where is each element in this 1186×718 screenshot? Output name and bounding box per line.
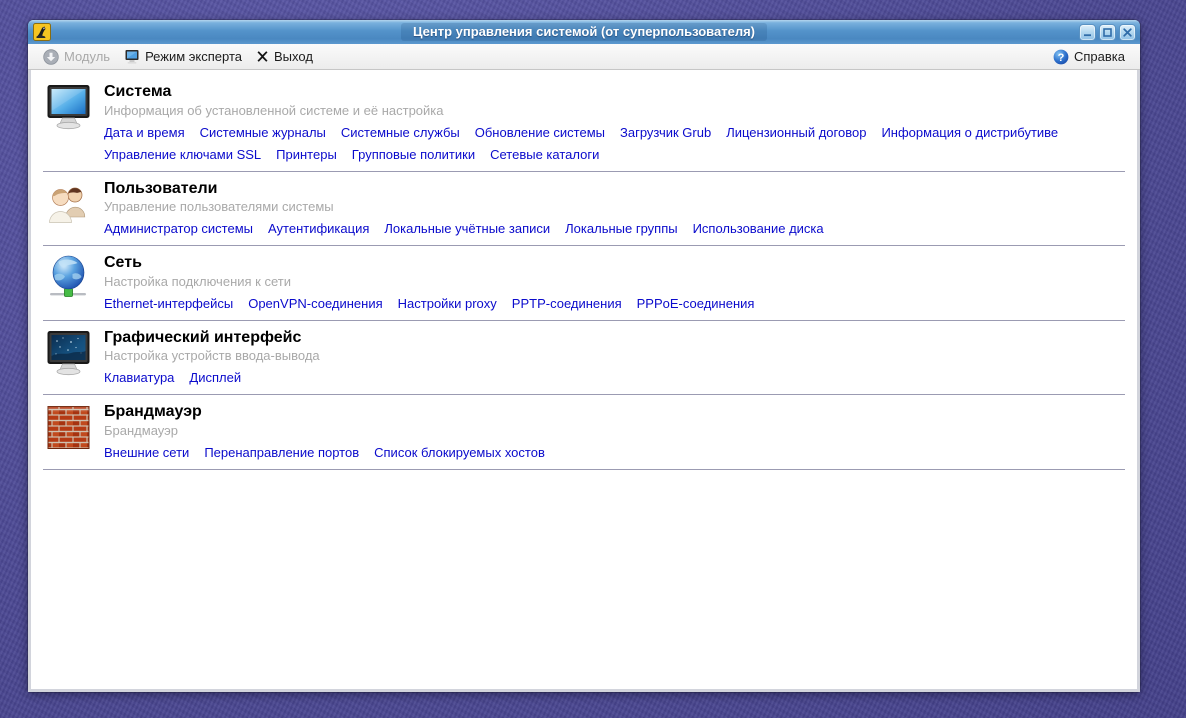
module-link[interactable]: Системные службы: [341, 125, 460, 140]
module-link[interactable]: Сетевые каталоги: [490, 147, 599, 162]
module-link[interactable]: Информация о дистрибутиве: [881, 125, 1058, 140]
minimize-button[interactable]: [1079, 23, 1096, 41]
section-subtitle: Брандмауэр: [104, 422, 178, 438]
module-button[interactable]: Модуль: [36, 47, 117, 67]
desktop: { "window": { "title": "Центр управления…: [0, 0, 1186, 718]
toolbar: Модуль Режим эксперта Выход ? Справка: [28, 44, 1140, 70]
module-link[interactable]: Принтеры: [276, 147, 337, 162]
module-link[interactable]: Ethernet-интерфейсы: [104, 296, 233, 311]
svg-text:?: ?: [1058, 52, 1065, 64]
module-link[interactable]: Лицензионный договор: [726, 125, 866, 140]
exit-x-icon: [256, 50, 269, 63]
section-title: Пользователи: [104, 179, 218, 197]
section-body: Пользователи Управление пользователями с…: [104, 180, 1123, 237]
section-body: Графический интерфейс Настройка устройст…: [104, 329, 1123, 386]
display-icon: [45, 330, 92, 377]
module-button-label: Модуль: [64, 49, 111, 64]
section-subtitle: Настройка подключения к сети: [104, 273, 291, 289]
module-link[interactable]: Администратор системы: [104, 221, 253, 236]
section-subtitle: Настройка устройств ввода-вывода: [104, 348, 320, 364]
module-link[interactable]: Клавиатура: [104, 370, 174, 385]
window-controls: [1079, 23, 1136, 41]
module-link[interactable]: Аутентификация: [268, 221, 369, 236]
module-link[interactable]: Системные журналы: [200, 125, 326, 140]
module-link[interactable]: Внешние сети: [104, 445, 189, 460]
section: Система Информация об установленной сист…: [43, 75, 1125, 172]
module-list: Система Информация об установленной сист…: [28, 70, 1140, 692]
section-subtitle: Управление пользователями системы: [104, 199, 334, 215]
section-subtitle: Информация об установленной системе и её…: [104, 102, 444, 118]
section: Пользователи Управление пользователями с…: [43, 172, 1125, 247]
exit-button[interactable]: Выход: [249, 47, 320, 66]
users-icon: [45, 181, 92, 228]
titlebar[interactable]: Центр управления системой (от суперпольз…: [28, 20, 1140, 44]
section-links: Дата и время Системные журналы Системные с…: [104, 125, 1123, 162]
app-window-icon[interactable]: [33, 23, 51, 41]
section-title: Брандмауэр: [104, 403, 202, 421]
module-link[interactable]: Дисплей: [189, 370, 241, 385]
module-link[interactable]: Дата и время: [104, 125, 185, 140]
expert-mode-label: Режим эксперта: [145, 49, 242, 64]
expert-mode-button[interactable]: Режим эксперта: [117, 47, 249, 67]
module-link[interactable]: Локальные учётные записи: [384, 221, 550, 236]
maximize-button[interactable]: [1099, 23, 1116, 41]
section-title: Графический интерфейс: [104, 328, 302, 346]
module-link[interactable]: Использование диска: [693, 221, 824, 236]
module-link[interactable]: OpenVPN-соединения: [248, 296, 382, 311]
section: Графический интерфейс Настройка устройст…: [43, 321, 1125, 396]
module-back-icon: [43, 48, 59, 65]
module-link[interactable]: PPPoE-соединения: [637, 296, 755, 311]
module-link[interactable]: Групповые политики: [352, 147, 475, 162]
section-links: Администратор системы Аутентификация Локал…: [104, 221, 1123, 236]
section-title: Система: [104, 83, 172, 100]
section-links: Внешние сети Перенаправление портов Список…: [104, 445, 1123, 460]
section: Брандмауэр Брандмауэр Внешние сети Перена…: [43, 395, 1125, 470]
module-link[interactable]: PPTP-соединения: [512, 296, 622, 311]
module-link[interactable]: Локальные группы: [565, 221, 677, 236]
section-body: Брандмауэр Брандмауэр Внешние сети Перена…: [104, 403, 1123, 460]
help-question-icon: ?: [1053, 49, 1069, 65]
section-links: Ethernet-интерфейсы OpenVPN-соединения Нас…: [104, 296, 1123, 311]
exit-button-label: Выход: [274, 49, 313, 64]
network-globe-icon: [45, 255, 92, 302]
section-links: Клавиатура Дисплей: [104, 370, 1123, 385]
module-link[interactable]: Обновление системы: [475, 125, 605, 140]
module-link[interactable]: Настройки proxy: [398, 296, 497, 311]
app-window: Центр управления системой (от суперпольз…: [28, 20, 1140, 692]
module-link[interactable]: Загрузчик Grub: [620, 125, 711, 140]
section-title: Сеть: [104, 254, 142, 272]
system-monitor-icon: [45, 84, 92, 131]
module-link[interactable]: Управление ключами SSL: [104, 147, 261, 162]
close-button[interactable]: [1119, 23, 1136, 41]
section: Сеть Настройка подключения к сети Ethern…: [43, 246, 1125, 321]
module-link[interactable]: Перенаправление портов: [204, 445, 359, 460]
window-title: Центр управления системой (от суперпольз…: [401, 23, 767, 41]
expert-mode-icon: [124, 49, 140, 65]
section-body: Система Информация об установленной сист…: [104, 83, 1123, 162]
help-button[interactable]: ? Справка: [1046, 47, 1132, 67]
module-link[interactable]: Список блокируемых хостов: [374, 445, 545, 460]
firewall-icon: [45, 404, 92, 451]
section-body: Сеть Настройка подключения к сети Ethern…: [104, 254, 1123, 311]
help-button-label: Справка: [1074, 49, 1125, 64]
